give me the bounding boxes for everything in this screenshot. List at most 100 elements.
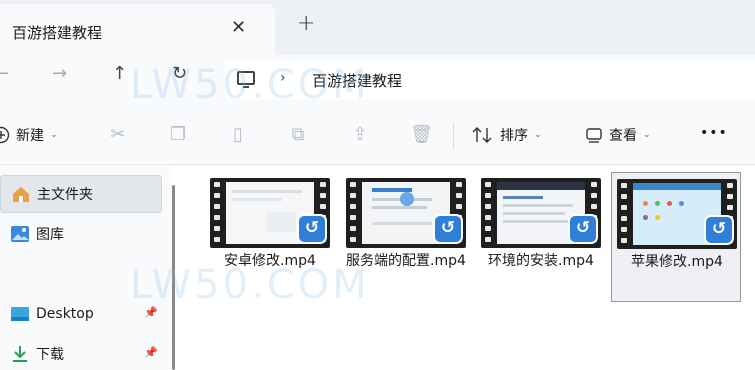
sidebar-item-label: 图库 <box>36 227 64 243</box>
film-perforation <box>727 194 733 199</box>
sidebar-item-label: 下载 <box>36 347 64 363</box>
sidebar-item-label: 主文件夹 <box>37 187 93 203</box>
file-name: 服务端的配置.mp4 <box>346 253 466 269</box>
video-player-icon: ↺ <box>704 215 734 245</box>
share-icon[interactable]: ⇪ <box>350 125 370 145</box>
film-perforation <box>621 227 627 232</box>
film-perforation <box>621 216 627 221</box>
sort-icon <box>472 127 492 143</box>
navigation-bar: ← → ↑ ↻ › 百游搭建教程 <box>0 55 755 105</box>
film-perforation <box>485 204 491 209</box>
film-perforation <box>485 193 491 198</box>
file-name: 苹果修改.mp4 <box>631 254 723 270</box>
more-options-button[interactable]: ••• <box>700 125 728 141</box>
film-perforation <box>214 226 220 231</box>
film-perforation <box>214 182 220 187</box>
breadcrumb-current-folder[interactable]: 百游搭建教程 <box>312 70 402 91</box>
sidebar-scrollbar[interactable] <box>172 185 175 370</box>
film-perforation <box>485 237 491 242</box>
film-perforation <box>320 204 326 209</box>
new-button[interactable]: 新建 ⌄ <box>0 125 58 145</box>
chevron-down-icon: ⌄ <box>643 130 651 140</box>
navigation-pane: 主文件夹 图库 Desktop 📌 下载 📌 <box>0 166 172 370</box>
pin-icon[interactable]: 📌 <box>144 346 158 359</box>
chevron-down-icon: ⌄ <box>534 130 542 140</box>
sidebar-item-gallery[interactable]: 图库 <box>0 215 162 253</box>
film-perforation <box>350 193 356 198</box>
video-player-icon: ↺ <box>297 214 327 244</box>
file-list: ↺ 安卓修改.mp4 ↺ 服务端的配置.mp4 ↺ 环境的安装.mp4 ↺ 苹果… <box>180 166 755 370</box>
gallery-icon <box>11 226 29 242</box>
film-perforation <box>320 193 326 198</box>
up-button[interactable]: ↑ <box>112 65 127 83</box>
delete-icon[interactable]: 🗑 <box>410 125 433 145</box>
file-name: 安卓修改.mp4 <box>224 253 316 269</box>
sidebar-item-downloads[interactable]: 下载 📌 <box>0 335 162 370</box>
film-perforation <box>214 215 220 220</box>
file-item[interactable]: ↺ 服务端的配置.mp4 <box>341 172 471 302</box>
film-perforation <box>727 205 733 210</box>
film-perforation <box>485 215 491 220</box>
paste-icon[interactable]: ▯ <box>228 125 248 145</box>
tab-current[interactable]: 百游搭建教程 ✕ <box>0 4 275 55</box>
film-perforation <box>350 237 356 242</box>
sidebar-item-desktop[interactable]: Desktop 📌 <box>0 295 162 333</box>
chevron-down-icon: ⌄ <box>50 130 58 140</box>
film-perforation <box>320 182 326 187</box>
sidebar-item-home[interactable]: 主文件夹 <box>0 175 162 213</box>
film-perforation <box>350 204 356 209</box>
film-perforation <box>621 194 627 199</box>
film-perforation <box>456 204 462 209</box>
cut-icon[interactable]: ✂ <box>108 125 128 145</box>
film-perforation <box>621 183 627 188</box>
film-perforation <box>591 193 597 198</box>
film-perforation <box>350 182 356 187</box>
film-perforation <box>485 182 491 187</box>
film-perforation <box>214 204 220 209</box>
tab-bar: 百游搭建教程 ✕ + <box>0 0 755 55</box>
file-item-selected[interactable]: ↺ 苹果修改.mp4 <box>611 172 741 302</box>
this-pc-icon[interactable] <box>237 71 255 88</box>
film-perforation <box>727 183 733 188</box>
close-tab-icon[interactable]: ✕ <box>231 19 246 37</box>
film-perforation <box>621 205 627 210</box>
desktop-icon <box>11 307 29 321</box>
copy-icon[interactable]: ❐ <box>168 125 188 145</box>
film-perforation <box>350 226 356 231</box>
download-icon <box>13 346 27 362</box>
view-button[interactable]: 查看 ⌄ <box>585 125 651 145</box>
address-bar[interactable]: › 百游搭建教程 <box>225 61 755 99</box>
film-perforation <box>456 182 462 187</box>
toolbar-divider <box>453 122 454 150</box>
refresh-button[interactable]: ↻ <box>172 65 187 83</box>
video-player-icon: ↺ <box>433 214 463 244</box>
film-perforation <box>214 237 220 242</box>
new-tab-button[interactable]: + <box>297 13 315 35</box>
file-name: 环境的安装.mp4 <box>488 253 594 269</box>
view-icon <box>586 128 602 143</box>
breadcrumb-chevron-icon[interactable]: › <box>280 70 286 86</box>
forward-button[interactable]: → <box>52 65 67 83</box>
command-bar: 新建 ⌄ ✂ ❐ ▯ ⧉ ⇪ 🗑 排序 ⌄ 查看 ⌄ ••• <box>0 105 755 165</box>
rename-icon[interactable]: ⧉ <box>288 125 308 145</box>
film-perforation <box>456 193 462 198</box>
video-player-icon: ↺ <box>568 214 598 244</box>
home-icon <box>13 187 29 202</box>
sort-button[interactable]: 排序 ⌄ <box>472 125 542 145</box>
film-perforation <box>621 238 627 243</box>
new-button-label: 新建 <box>16 128 44 144</box>
plus-circle-icon <box>0 126 10 144</box>
tab-title: 百游搭建教程 <box>12 24 103 42</box>
sort-button-label: 排序 <box>500 128 528 144</box>
film-perforation <box>591 182 597 187</box>
film-perforation <box>591 204 597 209</box>
file-item[interactable]: ↺ 环境的安装.mp4 <box>476 172 606 302</box>
view-button-label: 查看 <box>609 128 637 144</box>
file-item[interactable]: ↺ 安卓修改.mp4 <box>205 172 335 302</box>
pin-icon[interactable]: 📌 <box>144 306 158 319</box>
film-perforation <box>485 226 491 231</box>
back-button[interactable]: ← <box>0 65 9 83</box>
film-perforation <box>350 215 356 220</box>
film-perforation <box>214 193 220 198</box>
sidebar-item-label: Desktop <box>36 306 94 322</box>
